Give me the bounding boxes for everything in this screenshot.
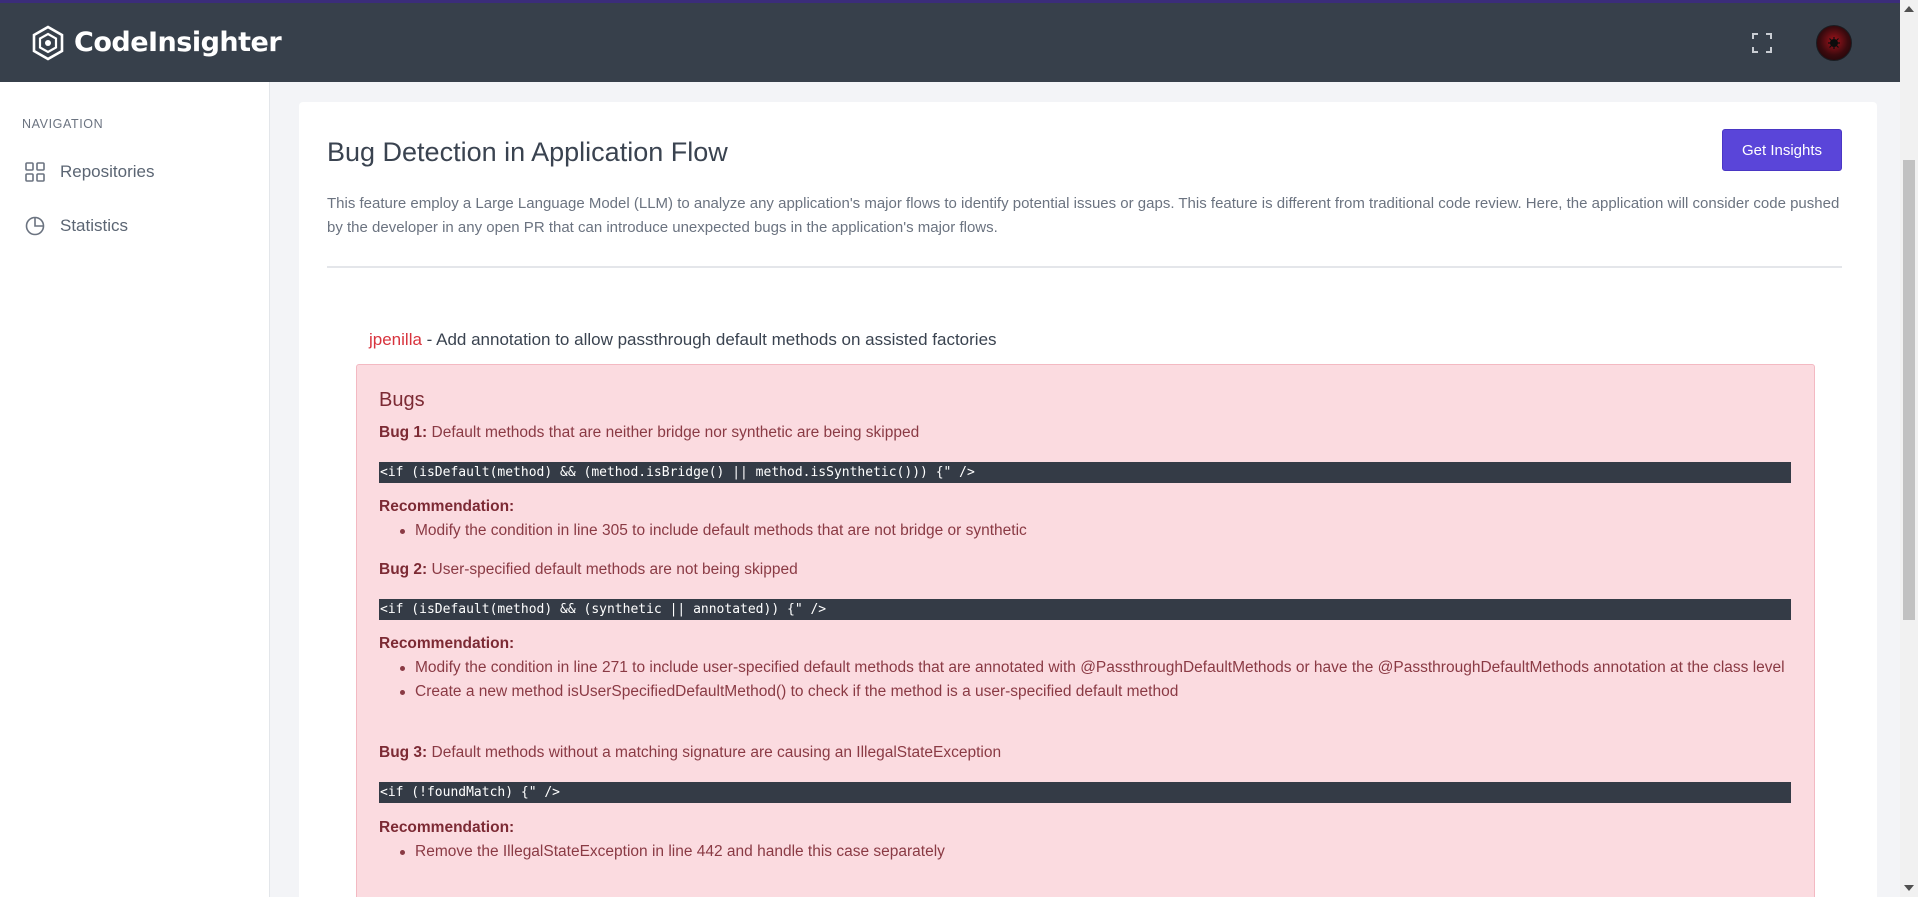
sidebar: NAVIGATION Repositories Statistics [0,82,270,897]
brand-name: CodeInsighter [74,27,282,58]
bug-label: Bug 2: [379,561,428,578]
bug-description: Default methods that are neither bridge … [431,424,920,441]
avatar-image-icon [1828,36,1840,49]
list-item: Modify the condition in line 271 to incl… [400,656,1785,680]
bug-description: User-specified default methods are not b… [431,561,798,578]
page-description: This feature employ a Large Language Mod… [327,195,1840,236]
scroll-down-icon[interactable] [1904,885,1914,891]
recommendation-list: Remove the IllegalStateException in line… [400,840,1785,864]
recommendation-label: Recommendation: [379,819,515,836]
bug-label: Bug 1: [379,424,428,441]
recommendation-list: Modify the condition in line 271 to incl… [400,656,1785,704]
top-navbar: CodeInsighter [0,0,1900,82]
pr-title: Add annotation to allow passthrough defa… [436,330,997,349]
bug-title: Bug 2: User-specified default methods ar… [379,561,798,579]
bug-label: Bug 3: [379,744,428,761]
scrollbar-thumb[interactable] [1903,160,1915,620]
list-item: Remove the IllegalStateException in line… [400,840,1785,864]
pr-heading: jpenilla - Add annotation to allow passt… [369,330,997,350]
list-item: Create a new method isUserSpecifiedDefau… [400,680,1785,704]
page-title: Bug Detection in Application Flow [327,137,728,167]
pr-author[interactable]: jpenilla [369,330,422,349]
list-item: Modify the condition in line 305 to incl… [400,519,1785,543]
main-card: Bug Detection in Application Flow Get In… [299,102,1877,897]
bug-title: Bug 1: Default methods that are neither … [379,424,919,442]
bugs-panel: Bugs Bug 1: Default methods that are nei… [356,364,1815,897]
code-snippet: <if (!foundMatch) {" /> [379,782,1791,803]
pr-separator: - [421,330,437,349]
bug-title: Bug 3: Default methods without a matchin… [379,744,1001,762]
sidebar-item-label: Statistics [60,216,129,235]
recommendation-label: Recommendation: [379,635,515,652]
bug-description: Default methods without a matching signa… [431,744,1002,761]
sidebar-item-label: Repositories [60,162,155,181]
sidebar-item-repositories[interactable]: Repositories [24,161,155,183]
pie-chart-icon [25,216,45,236]
code-snippet: <if (isDefault(method) && (synthetic || … [379,599,1791,620]
recommendation-label: Recommendation: [379,498,515,515]
sidebar-title: NAVIGATION [22,117,104,131]
grid-icon [25,162,45,182]
get-insights-button[interactable]: Get Insights [1722,129,1842,171]
bugs-heading: Bugs [379,389,425,411]
avatar[interactable] [1816,24,1852,61]
scroll-up-icon[interactable] [1904,6,1914,12]
fullscreen-icon[interactable] [1750,31,1774,55]
code-snippet: <if (isDefault(method) && (method.isBrid… [379,462,1791,483]
brand[interactable]: CodeInsighter [30,25,282,61]
logo-icon [32,25,64,60]
recommendation-list: Modify the condition in line 305 to incl… [400,519,1785,543]
sidebar-item-statistics[interactable]: Statistics [24,215,128,237]
divider [327,266,1842,268]
